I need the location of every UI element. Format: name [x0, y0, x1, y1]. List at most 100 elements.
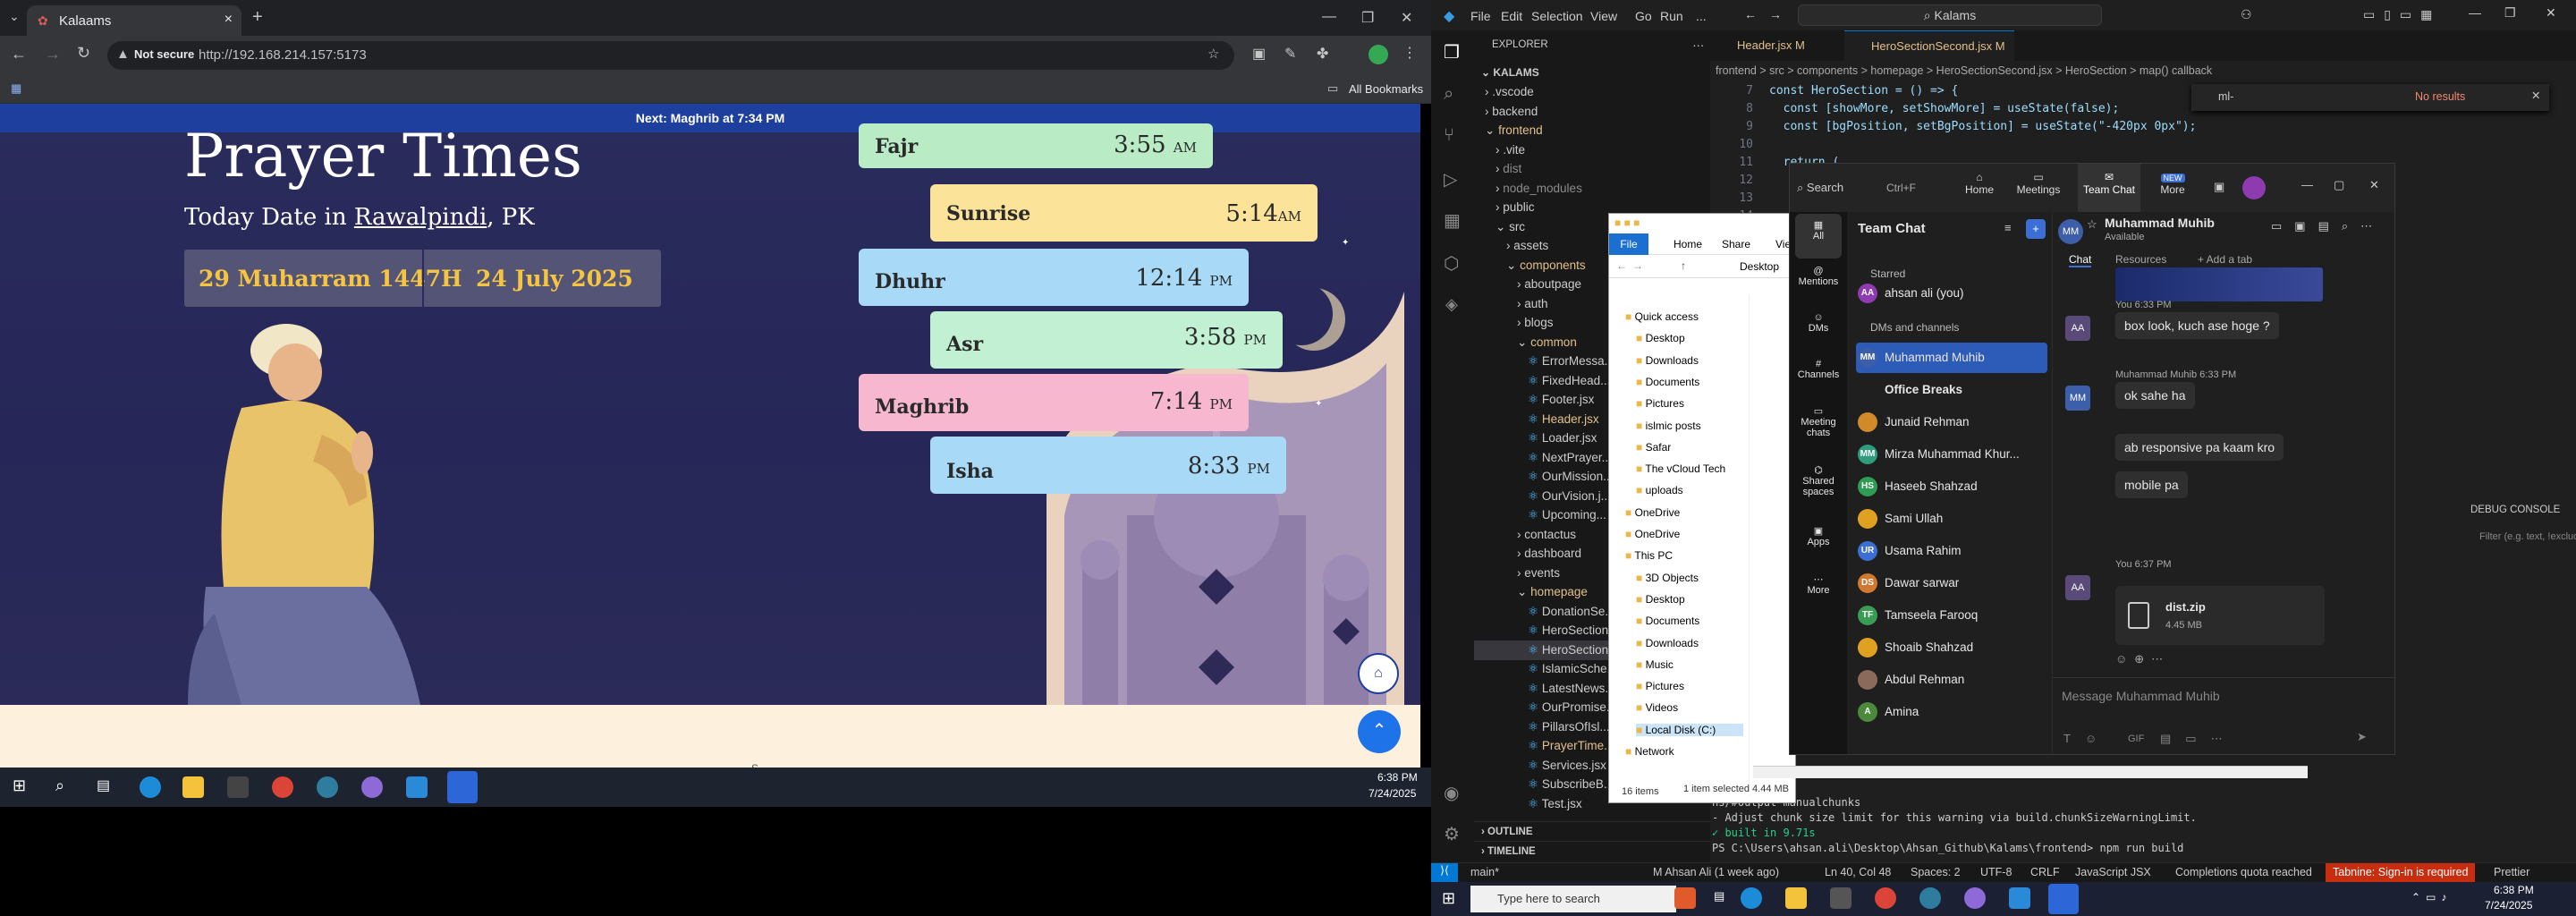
code-line[interactable]: 7 const HeroSection = () => { — [1710, 84, 2184, 98]
explorer-icon[interactable]: ❐ — [1444, 41, 1460, 64]
git-branch[interactable]: main* — [1470, 866, 1499, 878]
teams-search[interactable]: ⌕ Search Ctrl+F — [1797, 176, 1922, 199]
shared-image[interactable] — [2115, 267, 2323, 301]
extensions-icon[interactable]: ▦ — [1444, 209, 1461, 232]
reaction-icons[interactable]: ☺⊕⋯ — [2115, 652, 2170, 666]
close-icon[interactable]: ✕ — [2369, 178, 2379, 192]
edge-icon[interactable] — [140, 776, 161, 798]
timeline-section[interactable]: › TIMELINE — [1474, 841, 1710, 861]
file-attachment[interactable]: dist.zip 4.45 MB — [2115, 586, 2325, 645]
breadcrumb[interactable]: frontend > src > components > homepage >… — [1710, 64, 2336, 77]
teams-app-icon[interactable]: ▣ — [2214, 180, 2224, 194]
vscode-icon[interactable] — [406, 776, 428, 798]
chat-item[interactable]: TF Tamseela Farooq — [1856, 600, 2047, 631]
nav-pane-item[interactable]: ■ Documents — [1636, 376, 1699, 388]
nav-pane-item[interactable]: ■ 3D Objects — [1636, 572, 1699, 584]
chat-item[interactable]: MM Muhammad Muhib — [1856, 343, 2047, 373]
nav-pane-item[interactable]: ■ OneDrive — [1625, 506, 1680, 519]
message-bubble[interactable]: ok sahe ha — [2115, 382, 2195, 409]
tray-icons[interactable]: ⌃▭♪ — [2411, 891, 2452, 903]
chat-item[interactable]: Office Breaks — [1856, 375, 2047, 405]
tree-folder-item[interactable]: › dist — [1474, 159, 1710, 179]
nav-more[interactable]: NEW More — [2146, 171, 2199, 196]
all-bookmarks-link[interactable]: All Bookmarks — [1349, 82, 1423, 96]
fexp-hscroll[interactable] — [1753, 766, 2308, 778]
chat-item[interactable]: UR Usama Rahim — [1856, 536, 2047, 566]
tabnine-icon[interactable]: ◈ — [1445, 295, 1458, 314]
menu-kebab-icon[interactable]: ⋮ — [1402, 44, 1417, 62]
minimize-icon[interactable]: — — [2301, 178, 2313, 191]
profile-avatar[interactable] — [1368, 45, 1388, 64]
edge-icon[interactable] — [1741, 887, 1762, 909]
search-icon[interactable]: ⌕ — [55, 776, 64, 795]
menu-view[interactable]: View — [1590, 9, 1617, 23]
remote-indicator[interactable]: ⟩⟨ — [1431, 863, 1458, 883]
close-tab-icon[interactable]: × — [225, 12, 233, 28]
chat-item[interactable]: Shoaib Shahzad — [1856, 632, 2047, 663]
layout-icons[interactable]: ▭▯▭▦ — [2363, 7, 2441, 22]
chrome-icon[interactable] — [272, 776, 293, 798]
nav-more-left[interactable]: ⋯ More — [1790, 573, 1847, 596]
back-icon[interactable]: ← — [1616, 259, 1627, 272]
tab-resources[interactable]: Resources — [2115, 253, 2166, 266]
address-bar[interactable]: ▲ Not secure http://192.168.214.157:5173… — [107, 41, 1234, 70]
chat-item[interactable]: HS Haseeb Shahzad — [1856, 471, 2047, 502]
nav-home[interactable]: ⌂ Home — [1960, 171, 1999, 196]
nav-pane-item[interactable]: ■ Safar — [1636, 441, 1671, 454]
tabnine-status[interactable]: Tabnine: Sign-in is required — [2326, 863, 2476, 883]
tree-folder-item[interactable]: › .vite — [1474, 140, 1710, 160]
tab-add[interactable]: + Add a tab — [2198, 253, 2252, 266]
message-bubble[interactable]: mobile pa — [2115, 471, 2188, 498]
nav-apps[interactable]: ▣ Apps — [1790, 525, 1847, 547]
nav-channels[interactable]: # Channels — [1790, 359, 1847, 380]
minimize-icon[interactable]: — — [2469, 5, 2481, 20]
puzzle-icon[interactable]: ✤ — [1317, 45, 1328, 63]
chat-item[interactable]: MM Mirza Muhammad Khur... — [1856, 439, 2047, 470]
address-path[interactable]: Desktop — [1740, 260, 1779, 273]
code-line[interactable]: 10 — [1710, 138, 2184, 151]
send-button[interactable]: ➤ — [2357, 730, 2367, 744]
find-input[interactable]: ml- — [2218, 90, 2233, 103]
github-icon[interactable] — [361, 776, 383, 798]
app-icon[interactable] — [1919, 887, 1941, 909]
filter-icon[interactable]: ≡ — [2004, 221, 2012, 234]
ribbon-file[interactable]: File — [1609, 233, 1648, 255]
close-window-icon[interactable]: ✕ — [1401, 9, 1412, 27]
dms-header[interactable]: DMs and channels — [1870, 321, 1959, 334]
call-icons[interactable]: ▭▣▤⌕⋯ — [2271, 219, 2385, 233]
eol[interactable]: CRLF — [2030, 866, 2060, 878]
user-avatar[interactable] — [2242, 176, 2266, 199]
tree-folder-item[interactable]: › .vscode — [1474, 82, 1710, 102]
nav-pane-item[interactable]: ■ Pictures — [1636, 680, 1684, 692]
nav-all[interactable]: ▦ All — [1795, 214, 1842, 259]
search-icon[interactable]: ⌕ — [1444, 84, 1453, 105]
tree-folder-item[interactable]: › backend — [1474, 102, 1710, 122]
language-mode[interactable]: JavaScript JSX — [2075, 866, 2151, 878]
nav-team-chat[interactable]: ✉ Team Chat — [2078, 164, 2140, 212]
gif-button[interactable]: GIF — [2128, 734, 2144, 744]
store-icon[interactable] — [1830, 887, 1852, 909]
reload-icon[interactable]: ↻ — [77, 44, 90, 63]
forward-icon[interactable]: → — [45, 45, 61, 64]
message-bubble[interactable]: box look, kuch ase hoge ? — [2115, 312, 2279, 339]
nav-meeting-chats[interactable]: ▭ Meeting chats — [1790, 405, 1847, 438]
star-icon[interactable]: ☆ — [2087, 217, 2097, 232]
nav-pane-item[interactable]: ■ Videos — [1636, 701, 1678, 714]
nav-pane-item[interactable]: ■ Desktop — [1636, 593, 1685, 606]
command-search[interactable]: ⌕ Kalams — [1798, 4, 2102, 26]
tree-folder-item[interactable]: ⌄ frontend — [1474, 121, 1710, 140]
extension-icon[interactable]: ▣ — [1252, 45, 1266, 63]
github-icon[interactable] — [1964, 887, 1986, 909]
copilot-icon[interactable]: ⚇ — [2241, 7, 2252, 22]
menu-go[interactable]: Go — [1635, 9, 1652, 23]
nav-pane-item[interactable]: ■ Downloads — [1636, 354, 1699, 367]
completions-quota[interactable]: Completions quota reached — [2175, 866, 2312, 878]
message-bubble[interactable]: ab responsive pa kaam kro — [2115, 434, 2284, 461]
debug-filter-input[interactable]: Filter (e.g. text, !exclude, \esc... — [2479, 531, 2576, 551]
chat-contact-name[interactable]: Muhammad Muhib — [2105, 216, 2215, 230]
zoom-icon[interactable] — [2048, 884, 2079, 914]
menu-more[interactable]: ... — [1696, 9, 1707, 23]
windows-start-icon[interactable]: ⊞ — [1442, 889, 1455, 908]
terminal-output[interactable]: ns/#output-manualchunks- Adjust chunk si… — [1710, 796, 2576, 857]
chat-item[interactable]: A Amina — [1856, 697, 2047, 727]
